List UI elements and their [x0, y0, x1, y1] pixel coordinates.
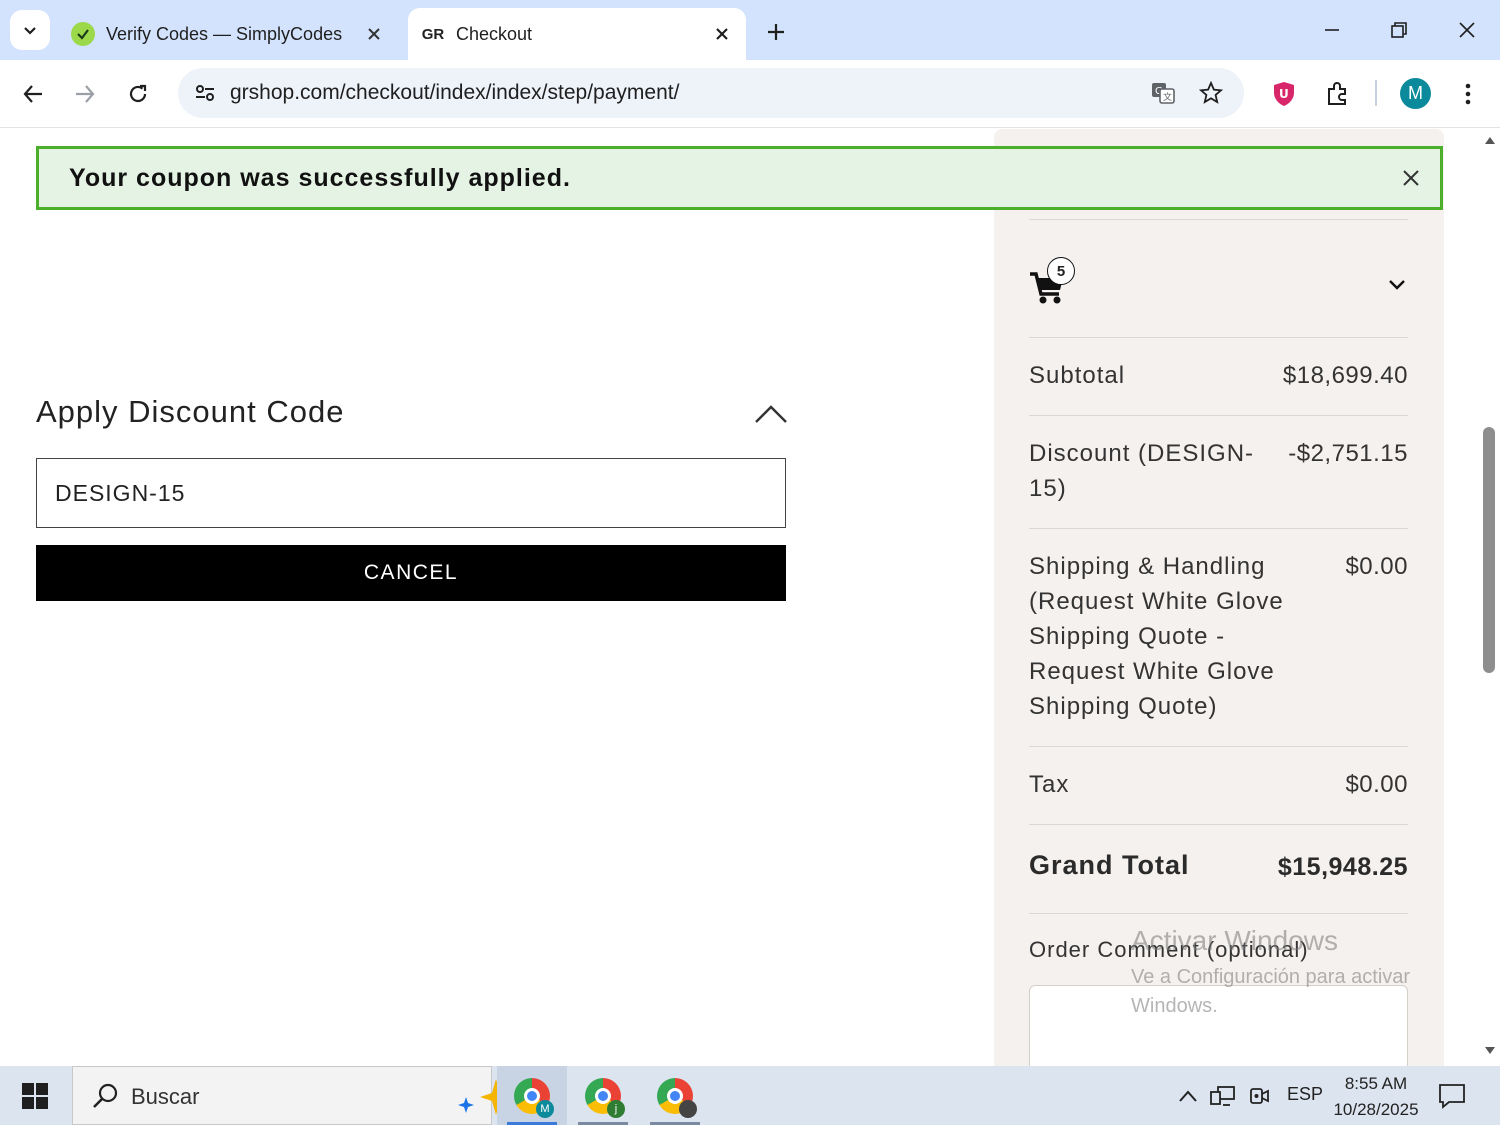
cart-count-badge: 5	[1047, 257, 1075, 285]
new-tab-button[interactable]	[758, 14, 794, 50]
shipping-value: $0.00	[1345, 553, 1408, 580]
close-tab-icon[interactable]	[360, 20, 388, 48]
toolbar-separator	[1375, 80, 1377, 106]
restore-button[interactable]	[1371, 8, 1427, 52]
windows-taskbar: Buscar M j ESP 8:55 AM 10/28/2025	[0, 1066, 1500, 1125]
url-text[interactable]: grshop.com/checkout/index/index/step/pay…	[230, 81, 679, 105]
profile-badge: M	[536, 1099, 554, 1118]
chevron-down-icon[interactable]	[1384, 275, 1410, 295]
clock-date: 10/28/2025	[1333, 1100, 1419, 1119]
summary-divider	[1029, 337, 1408, 338]
subtotal-value: $18,699.40	[1282, 362, 1408, 389]
back-arrow-icon	[23, 85, 42, 103]
tab-checkout[interactable]: GR Checkout	[408, 8, 746, 60]
meet-now-icon[interactable]	[1246, 1083, 1272, 1109]
checkout-page: Your coupon was successfully applied. Ap…	[0, 129, 1500, 1066]
chrome-icon: j	[585, 1077, 625, 1118]
summary-divider	[1029, 528, 1408, 529]
svg-text:U: U	[1279, 87, 1289, 101]
discount-code-input[interactable]	[36, 458, 786, 528]
subtotal-label: Subtotal	[1029, 362, 1126, 389]
tax-label: Tax	[1029, 771, 1070, 798]
scroll-up-arrow-icon[interactable]	[1484, 135, 1496, 145]
grand-total-label: Grand Total	[1029, 850, 1190, 880]
cancel-coupon-button[interactable]: CANCEL	[36, 545, 786, 601]
extensions-puzzle-icon[interactable]	[1318, 74, 1358, 114]
grand-total-value: $15,948.25	[1277, 853, 1408, 881]
tab-search-button[interactable]	[10, 10, 50, 50]
gr-favicon-icon: GR	[420, 21, 446, 47]
network-icon[interactable]	[1210, 1083, 1236, 1109]
scroll-down-arrow-icon[interactable]	[1484, 1046, 1496, 1056]
start-button[interactable]	[0, 1066, 70, 1125]
summary-divider	[1029, 415, 1408, 416]
tab-strip: Verify Codes — SimplyCodes GR Checkout	[0, 0, 1500, 60]
minimize-icon	[1325, 29, 1339, 31]
taskbar-chrome-j[interactable]: j	[568, 1066, 638, 1125]
shipping-label: Shipping & Handling (Request White Glove…	[1029, 553, 1284, 720]
svg-text:文: 文	[1163, 91, 1172, 103]
search-placeholder: Buscar	[131, 1084, 200, 1109]
windows-logo-icon	[22, 1082, 48, 1109]
close-window-button[interactable]	[1439, 8, 1495, 52]
forward-button[interactable]	[63, 72, 107, 116]
ublock-extension-icon[interactable]: U	[1264, 74, 1304, 114]
notification-center-icon[interactable]	[1437, 1082, 1467, 1110]
taskbar-chrome-photo[interactable]	[640, 1066, 710, 1125]
windows-activation-watermark: Activar Windows	[1131, 925, 1338, 956]
profile-badge: j	[607, 1099, 625, 1118]
favicon-text: GR	[421, 25, 445, 43]
summary-divider	[1029, 219, 1408, 220]
summary-divider	[1029, 746, 1408, 747]
profile-avatar[interactable]: M	[1400, 78, 1431, 109]
browser-toolbar: grshop.com/checkout/index/index/step/pay…	[0, 60, 1500, 128]
collapse-chevron-up-icon[interactable]	[752, 399, 790, 429]
summary-divider	[1029, 913, 1408, 914]
tab-title: Checkout	[456, 23, 533, 44]
summary-divider	[1029, 824, 1408, 825]
reload-button[interactable]	[116, 72, 160, 116]
reload-icon	[129, 84, 147, 103]
back-button[interactable]	[11, 72, 55, 116]
chrome-icon	[657, 1077, 697, 1118]
clock[interactable]: 8:55 AM 10/28/2025	[1333, 1071, 1419, 1123]
windows-activation-subtext: Ve a Configuración para activar Windows.	[1131, 966, 1411, 1017]
plus-icon	[768, 24, 784, 40]
translate-icon[interactable]: G文	[1146, 76, 1180, 110]
discount-value: -$2,751.15	[1288, 440, 1408, 467]
restore-icon	[1391, 22, 1407, 38]
page-scrollbar[interactable]	[1480, 129, 1500, 1066]
success-notice: Your coupon was successfully applied.	[36, 146, 1443, 210]
chevron-down-icon	[24, 27, 36, 35]
tab-title: Verify Codes — SimplyCodes	[106, 23, 343, 44]
tab-simplycodes[interactable]: Verify Codes — SimplyCodes	[58, 8, 398, 60]
language-indicator[interactable]: ESP	[1287, 1084, 1323, 1105]
search-icon	[93, 1083, 118, 1108]
site-info-icon[interactable]	[188, 76, 222, 110]
discount-label: Discount (DESIGN- 15)	[1029, 440, 1255, 502]
tray-overflow-chevron-icon[interactable]	[1175, 1083, 1201, 1109]
taskbar-search-box[interactable]: Buscar	[72, 1066, 547, 1125]
bookmark-star-icon[interactable]	[1194, 76, 1228, 110]
simplycodes-icon	[70, 21, 96, 47]
address-bar[interactable]: grshop.com/checkout/index/index/step/pay…	[178, 68, 1244, 118]
close-notice-icon[interactable]	[1396, 163, 1426, 193]
notice-message: Your coupon was successfully applied.	[69, 163, 571, 192]
menu-kebab-icon[interactable]	[1448, 74, 1488, 114]
tax-value: $0.00	[1345, 771, 1408, 798]
scrollbar-thumb[interactable]	[1483, 427, 1495, 673]
close-tab-icon[interactable]	[708, 20, 736, 48]
minimize-button[interactable]	[1304, 8, 1360, 52]
taskbar-chrome-m[interactable]: M	[497, 1066, 567, 1125]
chrome-icon: M	[514, 1077, 554, 1118]
avatar-initial: M	[1408, 83, 1423, 103]
profile-photo-badge	[679, 1099, 697, 1118]
clock-time: 8:55 AM	[1344, 1074, 1408, 1093]
forward-arrow-icon	[76, 85, 95, 103]
close-icon	[1459, 22, 1475, 38]
discount-section-title[interactable]: Apply Discount Code	[36, 394, 345, 430]
